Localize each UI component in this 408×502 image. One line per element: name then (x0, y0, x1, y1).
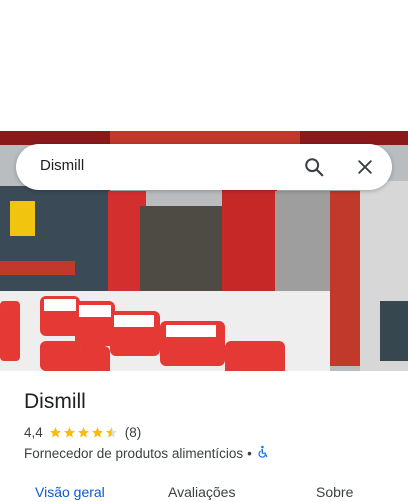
search-icon[interactable] (300, 153, 328, 181)
star-full-icon (49, 426, 61, 437)
tab-overview[interactable]: Visão geral (35, 484, 105, 500)
tab-about[interactable]: Sobre (316, 484, 353, 500)
place-title: Dismill (24, 390, 86, 413)
review-count[interactable]: (8) (125, 425, 142, 440)
rating-row[interactable]: 4,4 (8) (24, 423, 141, 441)
star-full-icon (91, 426, 103, 437)
star-half-icon (105, 426, 117, 437)
tab-reviews[interactable]: Avaliações (168, 484, 235, 500)
search-input[interactable]: Dismill (40, 157, 84, 174)
category-row: Fornecedor de produtos alimentícios • (24, 444, 270, 462)
star-full-icon (77, 426, 89, 437)
place-category: Fornecedor de produtos alimentícios (24, 445, 244, 461)
separator-dot: • (247, 445, 252, 461)
star-rating (49, 426, 119, 439)
place-tabs: Visão geral Avaliações Sobre (0, 480, 408, 502)
rating-value: 4,4 (24, 424, 43, 440)
star-full-icon (63, 426, 75, 437)
close-icon[interactable] (351, 153, 379, 181)
wheelchair-accessible-icon (256, 445, 270, 462)
search-bar[interactable]: Dismill (16, 144, 392, 190)
